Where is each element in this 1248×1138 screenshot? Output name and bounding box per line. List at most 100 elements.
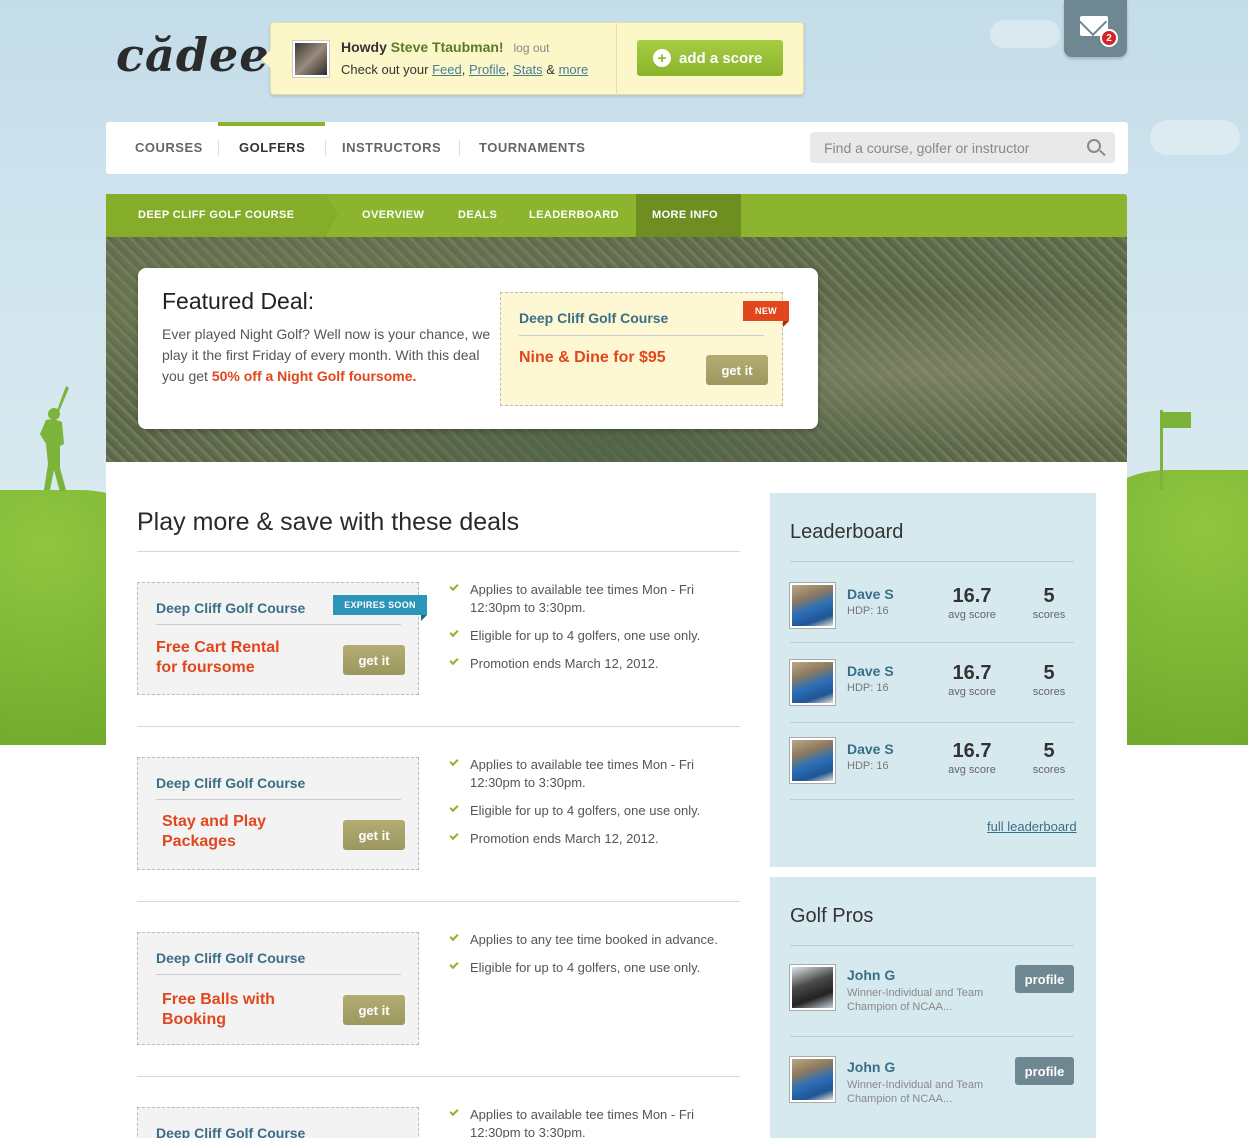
deal-terms-list: Applies to available tee times Mon - Fri… [449,1106,720,1138]
golfer-avatar[interactable] [790,738,835,783]
nav-item-instructors[interactable]: INSTRUCTORS [342,140,441,155]
deal-course-name[interactable]: Deep Cliff Golf Course [156,950,305,966]
new-badge: NEW [743,301,789,327]
messages-button[interactable]: 2 [1064,0,1127,57]
course-name-crumb[interactable]: DEEP CLIFF GOLF COURSE [106,194,338,237]
deal-offer-line: Packages [162,833,236,850]
get-it-button[interactable]: get it [343,645,405,675]
check-icon [449,959,459,970]
get-it-button[interactable]: get it [706,355,768,385]
coupon-divider [519,335,764,336]
cloud-decoration [990,20,1060,48]
active-tab-indicator [218,122,325,126]
golfer-name[interactable]: Dave S [847,741,894,757]
pro-description: Winner-Individual and Team Champion of N… [847,1079,984,1105]
course-name-label: DEEP CLIFF GOLF COURSE [138,209,295,221]
deal-terms-list: Applies to available tee times Mon - Fri… [449,581,720,683]
row-divider [790,642,1074,643]
pro-avatar[interactable] [790,1057,835,1102]
panel-divider [790,561,1074,562]
avg-score-value: 16.7 [952,740,992,762]
list-item: Eligible for up to 4 golfers, one use on… [449,802,720,820]
featured-deal-card: Featured Deal: Ever played Night Golf? W… [138,268,818,429]
tab-deals[interactable]: DEALS [458,209,497,221]
check-icon [449,1106,459,1117]
profile-link[interactable]: Profile [469,62,506,77]
term-text: Applies to any tee time booked in advanc… [470,932,718,947]
get-it-button[interactable]: get it [343,820,405,850]
grass-hill-right [1108,470,1248,755]
user-name[interactable]: Steve Ttaubman! [391,39,504,55]
pro-name[interactable]: John G [847,967,895,983]
coupon-course-name[interactable]: Deep Cliff Golf Course [519,310,668,326]
check-icon [449,581,459,592]
nav-item-courses[interactable]: COURSES [135,140,203,155]
nav-item-golfers[interactable]: GOLFERS [239,140,305,155]
leaderboard-row[interactable]: Dave S HDP: 16 16.7 avg score 5 scores [790,738,1074,816]
deal-divider [137,726,740,727]
golfer-avatar[interactable] [790,583,835,628]
check-icon [449,627,459,638]
tab-leaderboard[interactable]: LEADERBOARD [529,209,619,221]
panel-divider [790,945,1074,946]
deal-course-name[interactable]: Deep Cliff Golf Course [156,775,305,791]
stats-link[interactable]: Stats [513,62,543,77]
deal-coupon: Deep Cliff Golf Course Stay and Play Pac… [137,757,419,870]
list-item: Promotion ends March 12, 2012. [449,830,720,848]
term-text: Applies to available tee times Mon - Fri… [470,582,694,615]
coupon-divider [156,799,401,800]
tab-more-info-label: MORE INFO [652,209,718,221]
featured-coupon: Deep Cliff Golf Course Nine & Dine for $… [500,292,789,406]
list-item: Eligible for up to 4 golfers, one use on… [449,627,720,645]
leaderboard-panel: Leaderboard Dave S HDP: 16 16.7 avg scor… [770,493,1096,867]
avg-score-value: 16.7 [952,585,992,607]
section-divider [137,551,740,552]
search-input[interactable] [810,132,1070,163]
deal-coupon: Deep Cliff Golf Course [137,1107,419,1138]
pro-description: Winner-Individual and Team Champion of N… [847,987,984,1013]
nav-item-tournaments[interactable]: TOURNAMENTS [479,140,585,155]
feed-link[interactable]: Feed [432,62,462,77]
golfer-handicap: HDP: 16 [847,682,889,694]
golfer-avatar[interactable] [790,660,835,705]
term-text: Eligible for up to 4 golfers, one use on… [470,803,701,818]
term-text: Applies to available tee times Mon - Fri… [470,1107,694,1138]
more-link[interactable]: more [559,62,589,77]
leaderboard-title: Leaderboard [790,521,904,543]
profile-button[interactable]: profile [1015,1057,1074,1085]
full-leaderboard-link[interactable]: full leaderboard [987,819,1077,834]
search-icon[interactable] [1087,139,1101,153]
score-count-value: 5 [1043,740,1055,762]
logout-link[interactable]: log out [513,41,549,55]
check-icon [449,756,459,767]
divider [616,23,617,94]
user-greeting-box: Howdy Steve Ttaubman! log out Check out … [261,22,804,95]
golf-pro-item: John G Winner-Individual and Team Champi… [790,965,1074,1045]
avg-score: 16.7 avg score [940,662,1004,698]
term-text: Promotion ends March 12, 2012. [470,656,659,671]
profile-button[interactable]: profile [1015,965,1074,993]
score-count-label: scores [1032,764,1066,776]
nav-separator [459,140,460,156]
deal-course-name[interactable]: Deep Cliff Golf Course [156,1125,305,1138]
golfer-name[interactable]: Dave S [847,586,894,602]
leaderboard-row[interactable]: Dave S HDP: 16 16.7 avg score 5 scores [790,583,1074,661]
cadee-logo[interactable]: cădee [116,28,270,82]
list-item: Applies to available tee times Mon - Fri… [449,756,720,792]
leaderboard-row[interactable]: Dave S HDP: 16 16.7 avg score 5 scores [790,660,1074,738]
golfer-name[interactable]: Dave S [847,663,894,679]
pro-avatar[interactable] [790,965,835,1010]
deal-terms-list: Applies to any tee time booked in advanc… [449,931,720,987]
score-count: 5 scores [1024,740,1074,776]
get-it-button[interactable]: get it [343,995,405,1025]
tab-overview[interactable]: OVERVIEW [362,209,424,221]
score-count: 5 scores [1024,585,1074,621]
score-count-label: scores [1032,686,1066,698]
add-score-button[interactable]: + add a score [637,40,783,76]
tab-more-info[interactable]: MORE INFO [636,194,741,237]
deal-offer-line: for foursome [156,659,255,676]
nav-separator [325,140,326,156]
pro-name[interactable]: John G [847,1059,895,1075]
deal-course-name[interactable]: Deep Cliff Golf Course [156,600,305,616]
user-avatar[interactable] [293,41,329,77]
